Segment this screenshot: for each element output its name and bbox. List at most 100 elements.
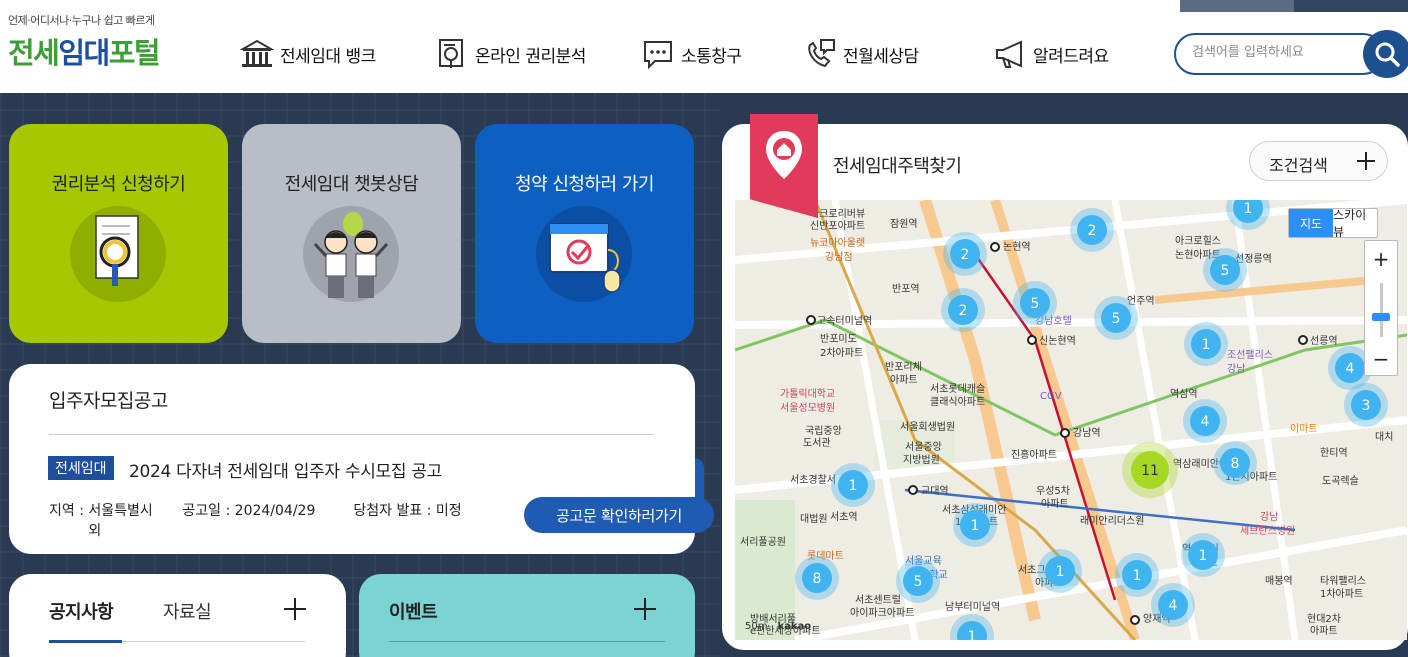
bank-icon: [240, 39, 274, 67]
cluster-marker[interactable]: 5: [896, 559, 940, 603]
cluster-marker[interactable]: 8: [1213, 441, 1257, 485]
station-marker[interactable]: [990, 242, 1000, 252]
chat-bubble-icon: [644, 41, 672, 70]
cluster-marker[interactable]: 2: [941, 288, 985, 332]
condition-search-button[interactable]: 조건검색: [1249, 141, 1388, 181]
notice-panel-title: 입주자모집공고: [49, 390, 168, 412]
svg-text:2: 2: [1088, 223, 1097, 239]
notice-post-link[interactable]: 2024 다자녀 전세임대 입주자 수시모집 공고: [129, 457, 442, 482]
cluster-marker[interactable]: 2: [943, 232, 987, 276]
map-label: 2차아파트: [820, 347, 863, 359]
nav-item-communication[interactable]: 소통창구: [641, 34, 803, 74]
svg-text:1: 1: [1133, 568, 1142, 584]
cluster-marker[interactable]: 8: [795, 556, 839, 600]
station-marker[interactable]: [1060, 428, 1070, 438]
cluster-marker[interactable]: 1: [831, 463, 875, 507]
map-label: 강남역: [1073, 427, 1101, 439]
cluster-marker[interactable]: 2: [1070, 208, 1114, 252]
station-marker[interactable]: [806, 315, 816, 325]
card-chatbot[interactable]: 전세임대 챗봇상담: [242, 124, 461, 343]
divider: [122, 641, 305, 642]
card-application[interactable]: 청약 신청하러 가기: [475, 124, 694, 343]
search-box: [1174, 33, 1384, 75]
map-type-skyview-button[interactable]: 스카이뷰: [1333, 209, 1377, 237]
station-marker[interactable]: [1130, 615, 1140, 625]
search-icon: [1375, 42, 1400, 67]
search-button[interactable]: [1363, 30, 1408, 78]
megaphone-icon: [996, 40, 1022, 68]
svg-text:1: 1: [1244, 201, 1253, 217]
card-title: 권리분석 신청하기: [51, 174, 186, 195]
map-label: 서초센트럴: [855, 593, 901, 606]
view-notice-button[interactable]: 공고문 확인하러가기: [524, 497, 714, 533]
event-more-plus-icon[interactable]: [634, 598, 656, 620]
zoom-slider-handle[interactable]: [1372, 313, 1390, 321]
svg-text:5: 5: [1031, 296, 1040, 312]
zoom-slider-track[interactable]: [1380, 283, 1383, 337]
cluster-marker[interactable]: 5: [1203, 248, 1247, 292]
cluster-marker[interactable]: 5: [1094, 296, 1138, 340]
tab-archive[interactable]: 자료실: [163, 598, 212, 624]
main-navigation: 전세임대 뱅크 온라인 권리분석 소통창구 전월세상담 알려드려요: [240, 34, 1153, 74]
map-label: 서초역: [830, 511, 858, 523]
station-marker[interactable]: [1298, 335, 1308, 345]
cluster-marker[interactable]: 1: [953, 503, 997, 547]
nav-item-jeonse-bank[interactable]: 전세임대 뱅크: [240, 34, 435, 74]
svg-text:5: 5: [914, 574, 923, 590]
nav-item-rent-consult[interactable]: 전월세상담: [803, 34, 993, 74]
cluster-marker[interactable]: 1: [1181, 533, 1225, 577]
svg-text:1: 1: [971, 518, 980, 534]
cluster-marker[interactable]: 1: [950, 614, 994, 640]
map-label: 아파트: [890, 374, 918, 386]
cluster-marker[interactable]: 4: [1183, 399, 1227, 443]
nav-label: 전세임대 뱅크: [280, 46, 376, 67]
cluster-marker[interactable]: 1: [1115, 553, 1159, 597]
nav-label: 온라인 권리분석: [475, 46, 586, 67]
utility-tab[interactable]: [1294, 0, 1408, 12]
station-marker[interactable]: [908, 485, 918, 495]
cluster-marker[interactable]: 1: [1184, 322, 1228, 366]
cluster-marker[interactable]: 5: [1013, 281, 1057, 325]
cluster-marker[interactable]: 3: [1344, 383, 1388, 427]
site-logo[interactable]: 언제·어디서나·누구나 쉽고 빠르게 전세임대포털: [8, 12, 161, 72]
cluster-marker[interactable]: 4: [1151, 583, 1195, 627]
map-label: 강남점: [825, 251, 853, 263]
search-input[interactable]: [1192, 45, 1352, 60]
kakao-map[interactable]: 아크로리버뷰 신반포아파트 잠원역 뉴코아아울렛 강남점 논현역 반포역 고속터…: [735, 200, 1407, 640]
nav-item-notices[interactable]: 알려드려요: [993, 34, 1153, 74]
map-label: 대치: [1375, 431, 1393, 443]
logo-wordmark: 전세임대포털: [8, 30, 161, 72]
map-label: 교대역: [921, 485, 949, 497]
utility-tab[interactable]: [1180, 0, 1294, 12]
map-label: 서울회생법원: [900, 421, 955, 433]
map-label: 가톨릭대학교: [780, 388, 835, 400]
map-label: 강남: [1227, 363, 1245, 375]
cluster-marker[interactable]: 1: [1226, 200, 1270, 230]
date-value: 2024/04/29: [234, 503, 316, 519]
svg-text:1: 1: [1202, 337, 1211, 353]
station-marker[interactable]: [1027, 335, 1037, 345]
browser-check-icon: [536, 206, 632, 302]
svg-text:2: 2: [959, 303, 968, 319]
logo-part-1: 전세: [8, 36, 60, 70]
cluster-marker[interactable]: 11: [1122, 442, 1178, 498]
card-rights-analysis[interactable]: 권리분석 신청하기: [9, 124, 228, 343]
map-type-map-button[interactable]: 지도: [1289, 209, 1333, 237]
nav-label: 전월세상담: [843, 46, 919, 67]
zoom-out-button[interactable]: −: [1365, 343, 1397, 375]
region-label: 지역 :: [49, 503, 89, 519]
map-label: 신반포아파트: [810, 220, 865, 232]
map-label: 아이파크아파트: [850, 607, 914, 619]
map-label: 서울성모병원: [780, 402, 835, 414]
map-label: 서초경찰서: [790, 473, 836, 486]
home-pin-icon: [766, 131, 802, 179]
map-label: 한티역: [1320, 447, 1348, 459]
cluster-marker[interactable]: 1: [1038, 549, 1082, 593]
map-provider-logo: kakao: [777, 621, 812, 632]
tab-notice[interactable]: 공지사항: [49, 598, 114, 624]
active-tab-underline: [49, 640, 122, 643]
board-more-plus-icon[interactable]: [284, 598, 306, 620]
zoom-in-button[interactable]: +: [1365, 243, 1397, 275]
svg-text:11: 11: [1141, 463, 1159, 479]
nav-item-rights-analysis[interactable]: 온라인 권리분석: [435, 34, 641, 74]
